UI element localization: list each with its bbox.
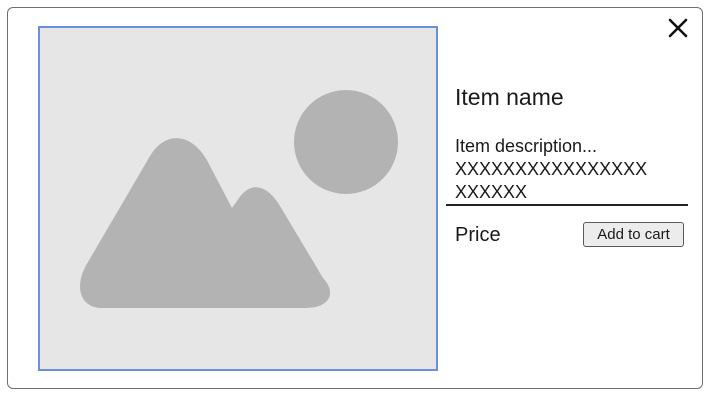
item-description-line: XXXXXXXXXXXXXXXX [455,159,648,179]
close-icon [668,18,688,38]
product-modal: Item name Item description... XXXXXXXXXX… [7,7,703,389]
image-placeholder-icon [80,90,398,308]
product-image-placeholder [38,26,438,371]
add-to-cart-button[interactable]: Add to cart [583,222,684,247]
close-button[interactable] [667,17,689,39]
item-description-line: Item description... [455,136,598,156]
item-name: Item name [455,84,564,110]
mountain-shape [80,138,331,308]
item-description-line: XXXXXX [455,182,528,202]
sun-shape [294,90,398,194]
divider [446,204,688,206]
price-label: Price [455,224,501,246]
item-description: Item description... XXXXXXXXXXXXXXXX XXX… [455,135,687,204]
